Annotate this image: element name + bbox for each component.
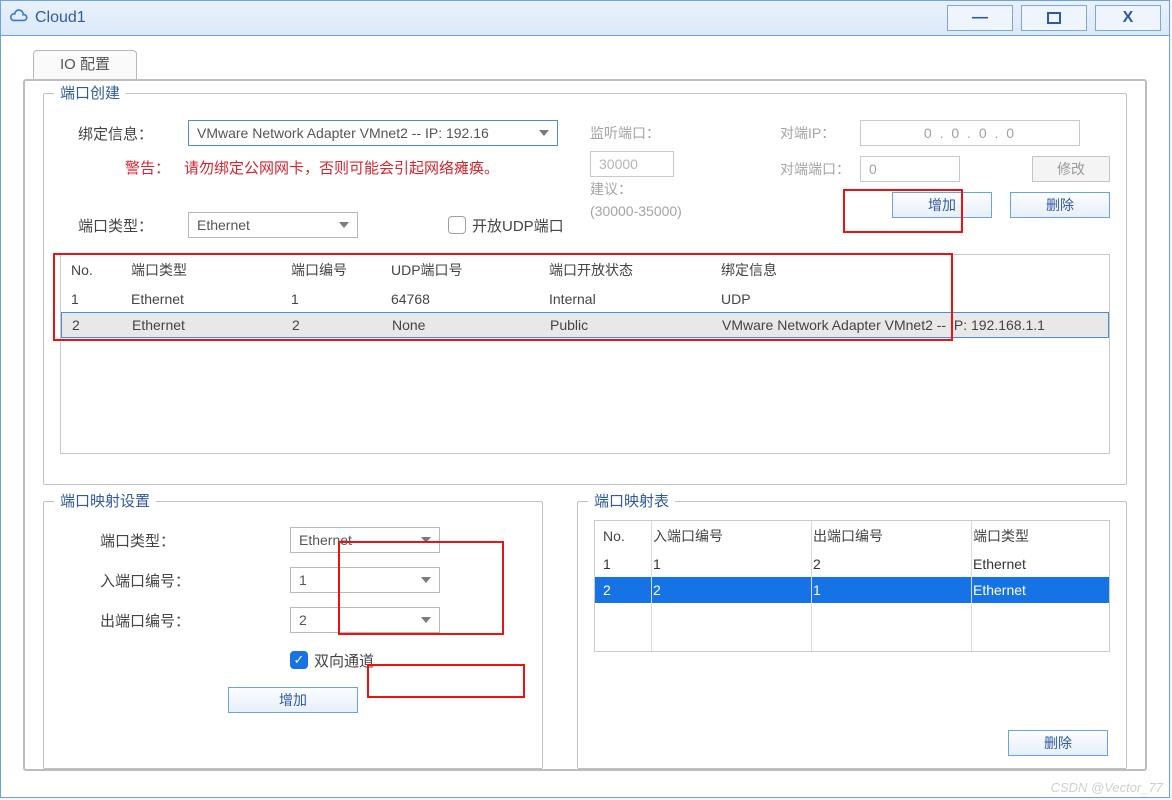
- titlebar: Cloud1 — X: [1, 1, 1169, 36]
- tab-panel: 端口创建 绑定信息： VMware Network Adapter VMnet2…: [23, 79, 1147, 771]
- fieldset-map-settings: 端口映射设置 端口类型： Ethernet 入端口编号： 1: [43, 501, 543, 769]
- map-type-label: 端口类型：: [60, 530, 290, 551]
- col-no: No.: [71, 262, 131, 278]
- map-type-select[interactable]: Ethernet: [290, 527, 440, 553]
- bind-select[interactable]: VMware Network Adapter VMnet2 -- IP: 192…: [188, 120, 558, 146]
- bind-select-value: VMware Network Adapter VMnet2 -- IP: 192…: [197, 125, 489, 141]
- peer-port-label: 对端端口：: [780, 159, 860, 179]
- suggest-value: (30000-35000): [590, 203, 682, 219]
- window-title: Cloud1: [35, 9, 939, 27]
- port-table[interactable]: No. 端口类型 端口编号 UDP端口号 端口开放状态 绑定信息 1 Ether…: [60, 254, 1110, 454]
- col-open: 端口开放状态: [549, 260, 721, 280]
- modify-button[interactable]: 修改: [1032, 156, 1110, 182]
- del-map-button[interactable]: 删除: [1008, 730, 1108, 756]
- app-icon: [9, 8, 29, 28]
- peer-ip-label: 对端IP：: [780, 123, 860, 143]
- udp-checkbox[interactable]: [448, 216, 466, 234]
- bidi-label: 双向通道: [314, 650, 374, 671]
- legend-map-table: 端口映射表: [588, 490, 675, 511]
- port-type-value: Ethernet: [197, 217, 250, 233]
- warn-label: 警告：: [60, 157, 184, 178]
- close-button[interactable]: X: [1095, 5, 1161, 31]
- add-port-button[interactable]: 增加: [892, 192, 992, 218]
- port-type-label: 端口类型：: [60, 215, 188, 236]
- legend-port-create: 端口创建: [54, 82, 126, 103]
- table-row[interactable]: 1 Ethernet 1 64768 Internal UDP: [61, 286, 1109, 312]
- col-pno: 端口编号: [291, 260, 391, 280]
- chevron-down-icon: [421, 617, 431, 623]
- chevron-down-icon: [339, 222, 349, 228]
- out-port-select[interactable]: 2: [290, 607, 440, 633]
- bind-label: 绑定信息：: [60, 123, 188, 144]
- chevron-down-icon: [421, 577, 431, 583]
- fieldset-port-create: 端口创建 绑定信息： VMware Network Adapter VMnet2…: [43, 93, 1127, 485]
- add-map-button[interactable]: 增加: [228, 687, 358, 713]
- table-row[interactable]: 1 1 2 Ethernet: [595, 551, 1109, 577]
- col-udp: UDP端口号: [391, 260, 549, 280]
- chevron-down-icon: [539, 130, 549, 136]
- del-port-button[interactable]: 删除: [1010, 192, 1110, 218]
- in-port-select[interactable]: 1: [290, 567, 440, 593]
- in-port-label: 入端口编号：: [60, 570, 290, 591]
- table-row[interactable]: 2 Ethernet 2 None Public VMware Network …: [61, 312, 1109, 338]
- tab-io[interactable]: IO 配置: [33, 50, 137, 82]
- table-row[interactable]: 2 2 1 Ethernet: [595, 577, 1109, 603]
- peer-port-input[interactable]: 0: [860, 156, 960, 182]
- col-type: 端口类型: [131, 260, 291, 280]
- map-table[interactable]: No. 入端口编号 出端口编号 端口类型 1 1 2 Ethernet: [594, 520, 1110, 652]
- port-type-select[interactable]: Ethernet: [188, 212, 358, 238]
- maximize-button[interactable]: [1021, 5, 1087, 31]
- peer-ip-input[interactable]: 0 . 0 . 0 . 0: [860, 120, 1080, 146]
- chevron-down-icon: [421, 537, 431, 543]
- client-area: IO 配置 端口创建 绑定信息： VMware Network Adapter …: [1, 36, 1169, 797]
- minimize-button[interactable]: —: [947, 5, 1013, 31]
- warn-text: 请勿绑定公网网卡，否则可能会引起网络瘫痪。: [184, 157, 499, 178]
- listen-port-label: 监听端口：: [590, 123, 660, 143]
- fieldset-map-table: 端口映射表 No. 入端口编号 出端口编号 端口类型 1: [577, 501, 1127, 769]
- watermark: CSDN @Vector_77: [1051, 780, 1163, 795]
- suggest-label: 建议：: [590, 179, 632, 199]
- col-bind: 绑定信息: [721, 260, 1099, 280]
- legend-map-settings: 端口映射设置: [54, 490, 156, 511]
- udp-checkbox-label: 开放UDP端口: [472, 215, 564, 236]
- out-port-label: 出端口编号：: [60, 610, 290, 631]
- bidi-checkbox[interactable]: ✓: [290, 651, 308, 669]
- listen-port-input[interactable]: 30000: [590, 151, 674, 177]
